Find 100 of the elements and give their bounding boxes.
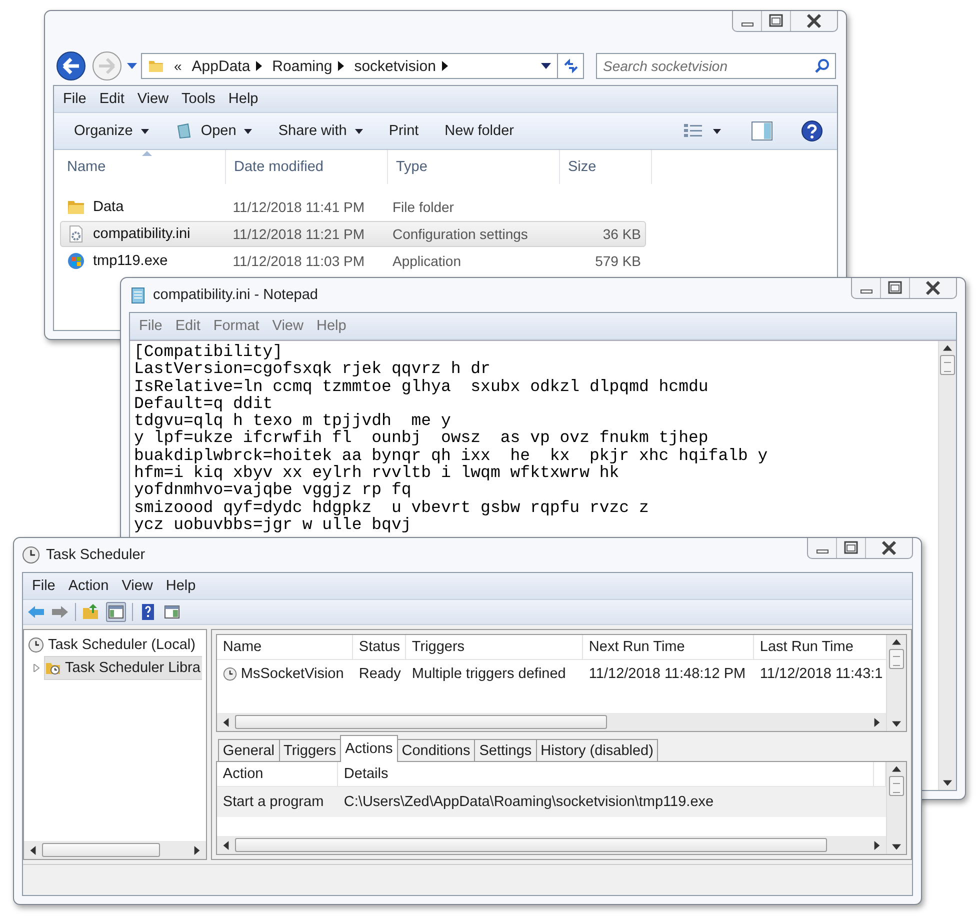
- column-header[interactable]: Action: [216, 762, 338, 786]
- clock-icon: [22, 546, 40, 564]
- menu-item[interactable]: Edit: [94, 89, 130, 109]
- menu-item[interactable]: Action: [63, 576, 114, 596]
- tab[interactable]: General: [218, 739, 280, 762]
- column-header[interactable]: Triggers: [406, 635, 583, 659]
- refresh-button[interactable]: [558, 53, 584, 79]
- column-header[interactable]: Name: [216, 635, 353, 659]
- search-icon[interactable]: [814, 58, 830, 74]
- scrollbar[interactable]: [216, 713, 886, 731]
- menu-item[interactable]: View: [267, 316, 308, 336]
- menu-item[interactable]: View: [116, 576, 158, 596]
- menu-item[interactable]: Edit: [170, 316, 206, 336]
- overflow-chevron[interactable]: «: [174, 58, 182, 74]
- preview-pane-icon[interactable]: [751, 121, 773, 141]
- breadcrumb[interactable]: socketvision: [354, 58, 436, 74]
- history-caret-icon[interactable]: [127, 63, 137, 69]
- scrollbar[interactable]: [24, 841, 206, 859]
- back-arrow-icon[interactable]: [27, 603, 45, 621]
- column-header[interactable]: Details: [338, 762, 874, 786]
- menu-item[interactable]: File: [58, 89, 92, 109]
- column-header[interactable]: Type: [388, 150, 560, 184]
- scroll-up-icon[interactable]: [892, 639, 902, 645]
- dropdown-caret-icon[interactable]: [541, 63, 551, 69]
- file-size: 579 KB: [595, 253, 642, 269]
- scrollbar[interactable]: [938, 341, 956, 790]
- file-row[interactable]: compatibility.ini 11/12/2018 11:21 PM Configuration settings 36 KB: [60, 221, 646, 247]
- scroll-left-icon[interactable]: [30, 846, 36, 854]
- scroll-right-icon[interactable]: [874, 718, 880, 726]
- text-line: [Compatibility]: [134, 343, 283, 360]
- menu-item[interactable]: Help: [223, 89, 264, 109]
- breadcrumb[interactable]: AppData: [192, 58, 250, 74]
- scrollbar[interactable]: [886, 762, 906, 854]
- scrollbar-thumb[interactable]: [42, 843, 160, 857]
- column-header[interactable]: Next Run Time: [582, 635, 754, 659]
- date-modified: 11/12/2018 11:41 PM: [232, 198, 366, 217]
- search-field[interactable]: Search socketvision: [596, 53, 836, 79]
- menu-item[interactable]: File: [27, 576, 60, 596]
- scrollbar-thumb[interactable]: [889, 776, 904, 796]
- menu-item[interactable]: Help: [311, 316, 352, 336]
- folder-up-icon[interactable]: [82, 603, 100, 621]
- text-line: yofdnmhvo=vajqbe vggjz rp fq: [134, 481, 412, 499]
- date-modified: 11/12/2018 11:03 PM: [232, 252, 366, 271]
- crumb-arrow-icon[interactable]: [442, 61, 448, 71]
- scrollbar-thumb[interactable]: [940, 355, 955, 375]
- help-icon[interactable]: [801, 120, 823, 142]
- notepad-icon: [129, 286, 147, 304]
- file-name: compatibility.ini: [93, 226, 190, 242]
- scrollbar-thumb[interactable]: [234, 715, 607, 729]
- forward-arrow-icon[interactable]: [51, 603, 69, 621]
- clock-icon: [222, 667, 237, 681]
- action-pane-icon[interactable]: [163, 603, 181, 621]
- toolbar-button[interactable]: Organize: [68, 119, 155, 143]
- column-header[interactable]: Date modified: [226, 150, 388, 184]
- scroll-up-icon[interactable]: [943, 345, 952, 351]
- toolbar-button[interactable]: Share with: [272, 119, 369, 143]
- crumb-arrow-icon[interactable]: [256, 61, 262, 71]
- scrollbar[interactable]: [886, 635, 906, 731]
- toolbar-button[interactable]: Open: [168, 118, 258, 144]
- menu-item[interactable]: Help: [160, 576, 201, 596]
- menu-item[interactable]: Tools: [176, 89, 220, 109]
- toolbar-button[interactable]: New folder: [438, 119, 520, 143]
- console-tree-icon[interactable]: [106, 602, 126, 622]
- toolbar-button[interactable]: Print: [382, 119, 425, 143]
- tab[interactable]: Actions: [340, 735, 398, 762]
- scroll-down-icon[interactable]: [892, 721, 902, 727]
- file-name: tmp119.exe: [93, 253, 168, 269]
- tab[interactable]: History (disabled): [536, 739, 658, 762]
- text-line: IsRelative=ln ccmq tzmmtoe glhya sxubx odkzl dlpqmd hcmdu: [134, 378, 708, 395]
- menu-item[interactable]: Format: [208, 316, 264, 336]
- column-header[interactable]: Size: [560, 150, 652, 184]
- column-header[interactable]: Status: [352, 635, 406, 659]
- table-cell-text: C:\Users\Zed\AppData\Roaming\socketvision\tmp119.exe: [342, 793, 715, 812]
- scrollbar[interactable]: [216, 836, 886, 854]
- breadcrumb[interactable]: Roaming: [272, 58, 332, 74]
- crumb-arrow-icon[interactable]: [338, 61, 344, 71]
- file-row[interactable]: Data 11/12/2018 11:41 PM File folder: [60, 194, 646, 220]
- caret-icon[interactable]: [713, 128, 721, 134]
- view-list-icon[interactable]: [683, 122, 703, 140]
- back-icon[interactable]: [55, 50, 87, 82]
- file-size: 36 KB: [602, 226, 642, 242]
- address-bar[interactable]: « AppData Roaming socketvision: [141, 53, 558, 79]
- scroll-left-icon[interactable]: [222, 718, 229, 726]
- scroll-up-icon[interactable]: [892, 766, 901, 772]
- scroll-down-icon[interactable]: [892, 844, 901, 850]
- tree-item[interactable]: Task Scheduler Libra: [44, 656, 202, 680]
- scrollbar-thumb[interactable]: [234, 838, 827, 852]
- tree-item[interactable]: Task Scheduler (Local): [28, 634, 206, 656]
- text-line: smizoood qyf=dydc hdgpkz u vbevrt gsbw rqpfu rvzc z: [134, 498, 649, 516]
- scroll-right-icon[interactable]: [194, 846, 200, 854]
- scroll-down-icon[interactable]: [943, 780, 952, 786]
- menu-item[interactable]: View: [132, 89, 174, 109]
- scroll-right-icon[interactable]: [874, 840, 880, 850]
- file-row[interactable]: tmp119.exe 11/12/2018 11:03 PM Application 579 KB: [60, 248, 646, 274]
- help-book-icon[interactable]: [139, 603, 157, 621]
- expand-arrow-icon[interactable]: [32, 664, 40, 672]
- scroll-left-icon[interactable]: [222, 840, 229, 850]
- menu-item[interactable]: File: [134, 316, 168, 336]
- scrollbar-thumb[interactable]: [889, 649, 904, 669]
- text-line: y lpf=ukze ifcrwfih fl ounbj owsz as vp ovz fnukm tjhep: [134, 429, 708, 447]
